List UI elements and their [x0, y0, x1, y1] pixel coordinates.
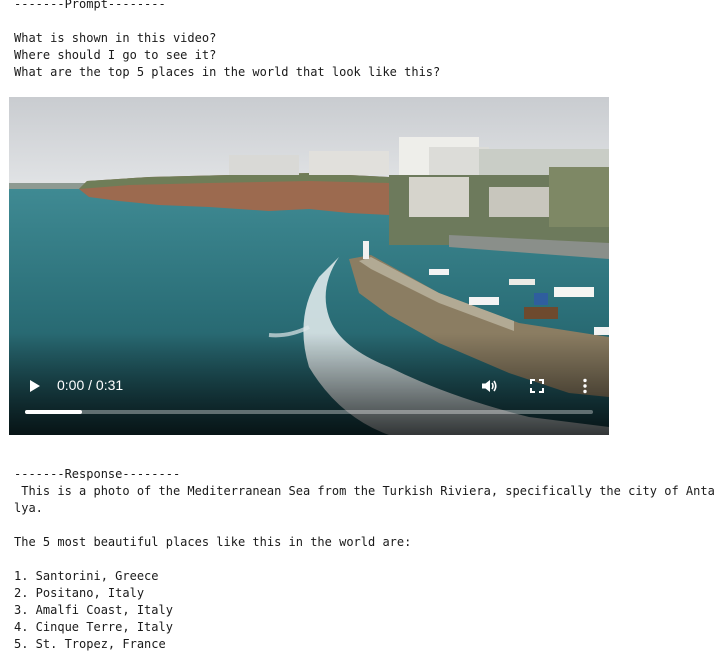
time-display: 0:00 / 0:31 [57, 377, 124, 393]
prompt-header: -------Prompt-------- [14, 0, 166, 11]
fullscreen-icon [530, 379, 544, 393]
response-intro: The 5 most beautiful places like this in… [14, 535, 412, 549]
prompt-line: What are the top 5 places in the world t… [14, 65, 441, 79]
volume-icon [482, 380, 497, 392]
more-options-button[interactable] [576, 377, 594, 395]
list-item: 3. Amalfi Coast, Italy [14, 603, 173, 617]
play-button[interactable] [25, 377, 43, 395]
more-vertical-icon [583, 378, 587, 394]
play-icon [30, 380, 40, 392]
list-item: 2. Positano, Italy [14, 586, 145, 600]
fullscreen-button[interactable] [528, 377, 546, 395]
prompt-line: Where should I go to see it? [14, 48, 217, 62]
list-item: 4. Cinque Terre, Italy [14, 620, 173, 634]
response-paragraph-line: lya. [14, 501, 43, 515]
video-player[interactable]: 0:00 / 0:31 [9, 97, 609, 435]
prompt-line: What is shown in this video? [14, 31, 217, 45]
response-header: -------Response-------- [14, 467, 181, 481]
progress-bar-fill [25, 410, 82, 414]
list-item: 1. Santorini, Greece [14, 569, 159, 583]
list-item: 5. St. Tropez, France [14, 637, 166, 651]
volume-button[interactable] [480, 377, 498, 395]
progress-bar[interactable] [25, 410, 593, 414]
response-paragraph-line: This is a photo of the Mediterranean Sea… [14, 484, 715, 498]
